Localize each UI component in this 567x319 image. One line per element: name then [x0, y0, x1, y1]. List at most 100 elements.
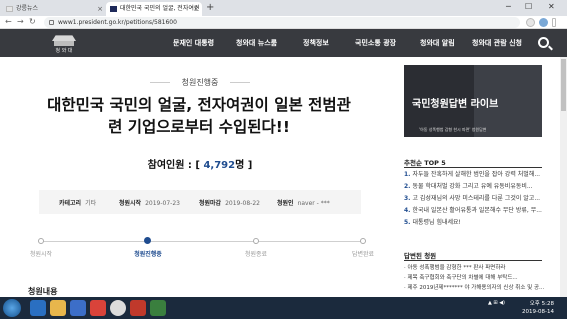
browser-tab-2-active[interactable]: 대한민국 국민의 얼굴, 전자여권 × [106, 2, 202, 16]
browser-menu-icon[interactable] [552, 18, 556, 27]
petition-title-line-2: 련 기업으로부터 수입된다!! [108, 118, 290, 136]
new-tab-button[interactable]: + [206, 2, 214, 14]
nav-notice[interactable]: 청와대 알림 [420, 38, 455, 48]
step-label-answered: 답변완료 [351, 251, 375, 258]
back-arrow-icon[interactable]: ← [5, 17, 12, 26]
nav-policy[interactable]: 정책정보 [303, 38, 329, 48]
pdf-app-icon[interactable] [130, 300, 146, 316]
explorer-app-icon[interactable] [50, 300, 66, 316]
nav-newsroom[interactable]: 청와대 뉴스룸 [236, 38, 277, 48]
info-author-value: naver - *** [297, 200, 330, 207]
close-tab-icon[interactable]: × [193, 2, 199, 16]
info-start: 청원시작 2019-07-23 [119, 198, 180, 207]
cheongwadae-logo[interactable]: 청 와 대 [42, 33, 86, 55]
minimize-button[interactable]: ─ [506, 2, 511, 11]
close-window-button[interactable]: ✕ [548, 2, 555, 11]
info-category: 카테고리 기타 [59, 198, 96, 207]
office-app-icon[interactable] [90, 300, 106, 316]
step-label-closed: 청원종료 [244, 251, 268, 258]
url-text: www1.president.go.kr/petitions/581600 [58, 19, 177, 26]
address-bar[interactable]: www1.president.go.kr/petitions/581600 [44, 17, 520, 28]
step-dot-closed [253, 238, 259, 244]
recommend-text: 동물 학대처벌 강화 그리고 유예 유동비유동비... [412, 183, 533, 190]
recommend-item[interactable]: 1. 자두들 잔혹하게 살해한 범인을 잡아 강력 처벌해... [404, 170, 544, 180]
participant-number: 4,792 [203, 160, 236, 171]
president-site-favicon-icon [110, 6, 117, 12]
live-answer-banner[interactable]: 국민청원답변 라이브 '아동 성폭행범 감형 한시 파면' 청원답변 [404, 65, 542, 137]
content-heading: 청원내용 [28, 287, 58, 296]
scrollbar-thumb[interactable] [561, 59, 566, 111]
info-category-value: 기타 [85, 200, 97, 207]
page-favicon-icon [6, 6, 13, 12]
step-label-in-progress: 청원진행중 [134, 251, 162, 258]
step-dot-start [38, 238, 44, 244]
hwp-app-icon[interactable] [150, 300, 166, 316]
recommend-item[interactable]: 2. 동물 학대처벌 강화 그리고 유예 유동비유동비... [404, 182, 544, 192]
browser-toolbar: ← → ↻ www1.president.go.kr/petitions/581… [0, 16, 567, 29]
recommend-text: 고 김성재님의 사망 미스테리를 다룬 그것이 알고... [412, 195, 541, 202]
logo-building-icon [54, 41, 74, 46]
petition-title-line-1: 대한민국 국민의 얼굴, 전자여권이 일본 전범관 [47, 96, 351, 114]
participant-count: 참여인원 : [ 4,792명 ] [110, 156, 290, 171]
info-start-value: 2019-07-23 [145, 200, 180, 207]
screen: 강릉뉴스 × 대한민국 국민의 얼굴, 전자여권 × + ─ ☐ ✕ ← → ↻… [0, 0, 567, 319]
recommend-rank: 1. [404, 171, 411, 178]
browser-tab-bar: 강릉뉴스 × 대한민국 국민의 얼굴, 전자여권 × + ─ ☐ ✕ [0, 0, 567, 16]
info-end-value: 2019-08-22 [225, 200, 260, 207]
recommend-rank: 4. [404, 207, 411, 214]
participant-label: 참여인원 : [ [147, 160, 204, 171]
chrome-app-icon[interactable] [110, 300, 126, 316]
answered-item[interactable]: · 제목 축구협회와 축구단의 차별에 대해 부탁드... [404, 274, 544, 283]
clock-time: 오후 5:28 [529, 301, 554, 307]
recommend-rank: 5. [404, 219, 411, 226]
petition-status: 청원진행중 [181, 78, 219, 87]
browser-tab-1[interactable]: 강릉뉴스 × [2, 2, 106, 16]
petition-info-box: 카테고리 기타 청원시작 2019-07-23 청원마감 2019-08-22 청원인… [39, 190, 361, 214]
reload-icon[interactable]: ↻ [29, 17, 36, 26]
recommend-text: 자두들 잔혹하게 살해한 범인을 잡아 강력 처벌해... [412, 171, 541, 178]
answered-title: 답변된 청원 [404, 252, 437, 260]
maximize-button[interactable]: ☐ [525, 2, 532, 11]
recommend-rank: 2. [404, 183, 411, 190]
start-button[interactable] [3, 299, 21, 317]
lock-icon [49, 20, 54, 25]
status-divider-right [230, 82, 250, 83]
petition-title: 대한민국 국민의 얼굴, 전자여권이 일본 전범관 련 기업으로부터 수입된다!… [24, 94, 374, 138]
banner-subtitle: '아동 성폭행범 감형 한시 파면' 청원답변 [419, 127, 487, 132]
nav-tour[interactable]: 청와대 관람 신청 [472, 38, 522, 48]
media-app-icon[interactable] [70, 300, 86, 316]
logo-roof-icon [52, 35, 76, 41]
nav-communication[interactable]: 국민소통 광장 [355, 38, 396, 48]
recommend-title: 추천순 TOP 5 [404, 159, 446, 167]
profile-avatar-icon[interactable] [539, 18, 548, 27]
close-tab-icon[interactable]: × [97, 2, 103, 16]
progress-track [43, 241, 363, 242]
recommend-rank: 3. [404, 195, 411, 202]
recommend-item[interactable]: 3. 고 김성재님의 사망 미스테리를 다룬 그것이 알고... [404, 194, 544, 204]
info-start-label: 청원시작 [119, 200, 142, 207]
recommend-item[interactable]: 4. 한국내 일본산 활어유통과 일본해수 무단 방류, 무... [404, 206, 544, 216]
info-author-label: 청원인 [277, 200, 294, 207]
answered-divider [404, 260, 542, 261]
forward-arrow-icon[interactable]: → [17, 17, 24, 26]
info-author: 청원인 naver - *** [277, 198, 330, 207]
answered-item[interactable]: · 제주 2019년제******* 야 가해용의자의 신상 취소 및 공... [404, 284, 544, 293]
site-header: 청 와 대 문재인 대통령 청와대 뉴스룸 정책정보 국민소통 광장 청와대 알… [0, 29, 567, 57]
recommend-text: 대통령님 힘내세요! [412, 219, 461, 226]
search-icon[interactable] [538, 37, 549, 48]
status-divider-left [150, 82, 170, 83]
answered-item[interactable]: · 아동 성폭행범을 감형한 *** 판사 파면하라 [404, 264, 544, 273]
banner-headline: 국민청원답변 라이브 [412, 99, 499, 110]
system-tray-icons[interactable]: ▲ ⊞ ◀) [488, 300, 505, 306]
petition-main: 청원진행중 대한민국 국민의 얼굴, 전자여권이 일본 전범관 련 기업으로부터… [0, 57, 390, 297]
participant-suffix: 명 ] [235, 160, 253, 171]
step-dot-in-progress [144, 237, 151, 244]
page-scrollbar[interactable] [560, 57, 567, 297]
nav-president[interactable]: 문재인 대통령 [173, 38, 214, 48]
ie-app-icon[interactable] [30, 300, 46, 316]
recommend-item[interactable]: 5. 대통령님 힘내세요! [404, 218, 544, 228]
bookmark-star-icon[interactable] [526, 18, 535, 27]
info-end-label: 청원마감 [199, 200, 222, 207]
tab-2-label: 대한민국 국민의 얼굴, 전자여권 [120, 5, 200, 12]
taskbar-clock[interactable]: 오후 5:28 2019-08-14 [522, 300, 554, 316]
